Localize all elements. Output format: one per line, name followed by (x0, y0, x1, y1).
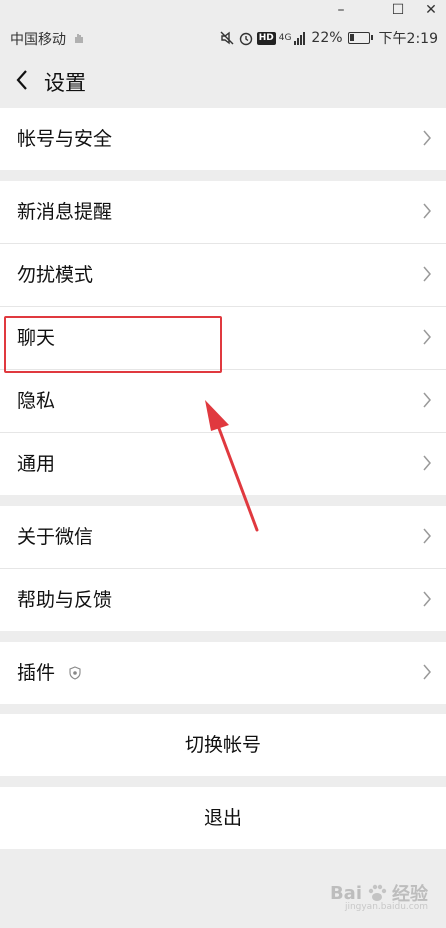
settings-item-label: 插件 (17, 662, 56, 684)
logout-button[interactable]: 退出 (0, 787, 446, 849)
battery-percent: 22% (311, 30, 343, 46)
chevron-right-icon (423, 392, 431, 408)
watermark-url: jingyan.baidu.com (344, 902, 428, 912)
shield-icon (69, 666, 81, 680)
settings-item-do-not-disturb[interactable]: 勿扰模式 (0, 244, 446, 307)
minimize-button[interactable]: – (326, 0, 356, 22)
settings-item-chat[interactable]: 聊天 (0, 307, 446, 370)
chevron-right-icon (423, 203, 431, 219)
settings-item-label: 帮助与反馈 (17, 589, 113, 611)
annotation-arrow-icon (205, 400, 259, 532)
settings-item-label: 关于微信 (17, 526, 94, 548)
hd-badge: HD (256, 31, 276, 45)
settings-item-account-security[interactable]: 帐号与安全 (0, 108, 446, 170)
settings-item-label: 通用 (17, 453, 56, 475)
clock: 下午2:19 (378, 31, 438, 47)
settings-group-plugins: 插件 (0, 642, 446, 704)
watermark-text: Bai (329, 882, 362, 904)
battery-icon (347, 32, 373, 44)
chevron-right-icon (423, 266, 431, 282)
settings-item-plugins[interactable]: 插件 (0, 642, 446, 704)
settings-item-label: 聊天 (17, 327, 56, 349)
chevron-right-icon (423, 130, 431, 146)
chevron-right-icon (423, 591, 431, 607)
close-window-button[interactable]: ✕ (416, 0, 446, 22)
switch-account-button[interactable]: 切换帐号 (0, 714, 446, 776)
signal-icon (294, 32, 306, 45)
mute-icon (220, 31, 234, 45)
alarm-icon (239, 32, 252, 46)
settings-item-label: 隐私 (17, 390, 56, 412)
settings-item-notifications[interactable]: 新消息提醒 (0, 181, 446, 244)
network-type: 4G (278, 33, 292, 43)
status-bar: 中国移动 HD 4G 22% 下午2:19 (0, 22, 446, 54)
baidu-watermark: Bai 经验 jingyan.baidu.com (329, 880, 428, 913)
hand-icon (75, 34, 83, 43)
chevron-right-icon (423, 329, 431, 345)
carrier-name: 中国移动 (10, 32, 66, 48)
back-arrow-icon[interactable] (12, 66, 34, 94)
page-title: 设置 (44, 71, 86, 95)
nav-header: 设置 (0, 54, 446, 108)
maximize-button[interactable]: ☐ (383, 0, 413, 22)
settings-item-label: 新消息提醒 (17, 201, 113, 223)
settings-item-help-feedback[interactable]: 帮助与反馈 (0, 569, 446, 631)
settings-item-label: 帐号与安全 (17, 128, 113, 150)
chevron-right-icon (423, 664, 431, 680)
window-title-bar: – ☐ ✕ (0, 0, 446, 22)
chevron-right-icon (423, 528, 431, 544)
settings-item-label: 勿扰模式 (17, 264, 94, 286)
chevron-right-icon (423, 455, 431, 471)
settings-group-account: 帐号与安全 (0, 108, 446, 170)
paw-logo-icon (368, 884, 387, 901)
